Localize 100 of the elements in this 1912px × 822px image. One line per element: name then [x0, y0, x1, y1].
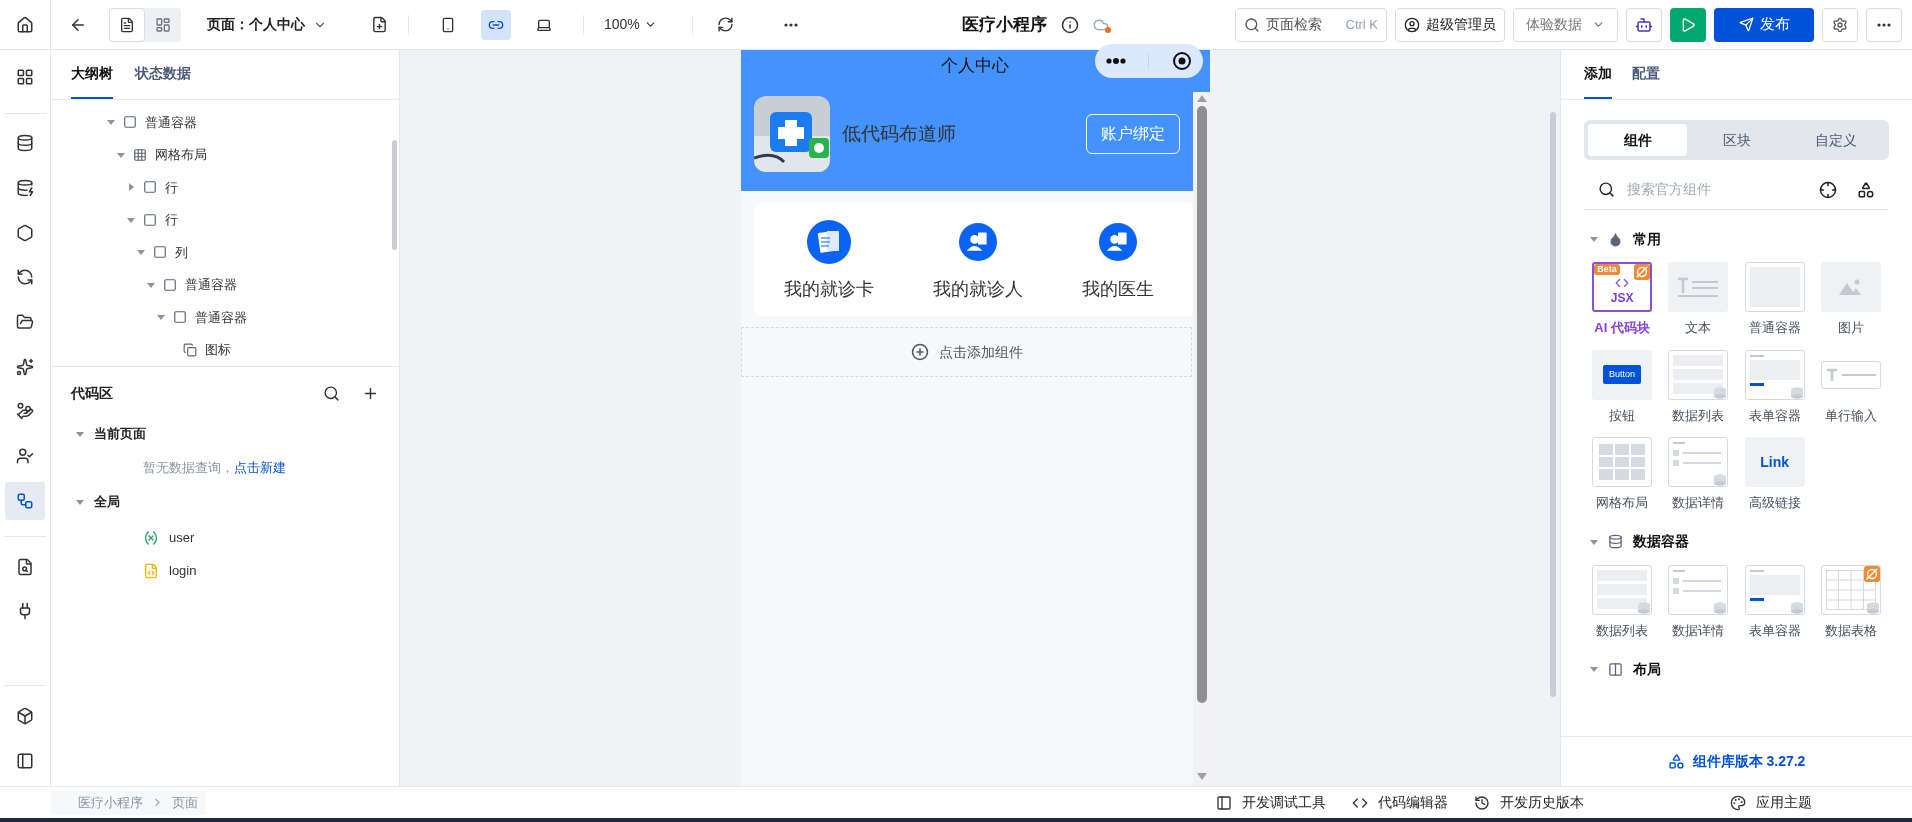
component-label[interactable]: 表单容器: [1748, 620, 1801, 640]
add-icon: [910, 343, 929, 361]
link-icon: [16, 491, 34, 510]
segment-tab[interactable]: 自定义: [1786, 124, 1885, 156]
tree-item[interactable]: 普通容器: [195, 307, 247, 327]
status-tool-button[interactable]: 开发历史版本: [1474, 792, 1584, 813]
caret-icon[interactable]: [147, 280, 155, 289]
detail-tile[interactable]: [1668, 437, 1729, 487]
search-icon[interactable]: [323, 384, 340, 402]
component-label[interactable]: 数据详情: [1672, 493, 1725, 513]
page-search-field[interactable]: 页面检索 Ctrl K: [1235, 7, 1387, 42]
code-item[interactable]: login: [169, 560, 197, 581]
text-icon: [1825, 367, 1838, 382]
shortcut-label[interactable]: 我的就诊人: [933, 276, 1023, 303]
tree-item[interactable]: 普通容器: [185, 275, 237, 295]
component-label[interactable]: 高级链接: [1748, 493, 1801, 513]
component-label[interactable]: AI 代码块: [1594, 318, 1650, 338]
status-tool-button[interactable]: 代码编辑器: [1352, 792, 1448, 813]
container-tile[interactable]: [1744, 262, 1805, 312]
component-label[interactable]: 数据详情: [1672, 620, 1725, 640]
component-search-field[interactable]: 搜索官方组件: [1627, 179, 1807, 200]
shapes-icon[interactable]: [1857, 180, 1875, 199]
component-label[interactable]: 单行输入: [1824, 405, 1877, 425]
scrollbar[interactable]: [392, 140, 397, 250]
shortcut-label[interactable]: 我的医生: [1082, 276, 1155, 303]
link-tile[interactable]: Link: [1744, 437, 1805, 487]
text-tile[interactable]: [1668, 262, 1729, 312]
code-block-tile[interactable]: Beta JSX: [1592, 262, 1653, 312]
section-title: 常用: [1633, 229, 1661, 249]
panel-tab[interactable]: 配置: [1632, 50, 1660, 99]
caret-icon[interactable]: [137, 248, 145, 257]
button-tile[interactable]: Button: [1592, 349, 1653, 400]
caret-icon[interactable]: [76, 430, 84, 438]
grid-tile[interactable]: [1592, 437, 1653, 487]
segment-tab[interactable]: 组件: [1588, 124, 1687, 156]
rail-button[interactable]: [5, 481, 45, 521]
tree-item[interactable]: 网格布局: [155, 145, 207, 165]
status-tool-button[interactable]: 应用主题: [1730, 792, 1812, 813]
crosshair-icon[interactable]: [1819, 180, 1837, 199]
component-label[interactable]: 普通容器: [1748, 318, 1801, 338]
form-tile[interactable]: [1744, 349, 1805, 400]
caret-icon[interactable]: [1590, 235, 1598, 243]
tree-item[interactable]: 普通容器: [145, 112, 197, 132]
panel-tab[interactable]: 状态数据: [135, 50, 191, 99]
page-view-button[interactable]: [109, 7, 145, 42]
tree-item[interactable]: 列: [175, 242, 188, 262]
code-item[interactable]: user: [169, 527, 195, 548]
page-select[interactable]: 页面：个人中心: [207, 14, 327, 35]
caret-icon[interactable]: [1590, 665, 1598, 673]
caret-icon[interactable]: [117, 150, 125, 159]
caret-icon[interactable]: [127, 183, 135, 192]
refresh-icon[interactable]: [717, 16, 734, 33]
settings-button[interactable]: [1822, 7, 1858, 42]
component-label[interactable]: 数据列表: [1672, 405, 1725, 425]
new-page-icon[interactable]: [371, 16, 388, 33]
document-icon: [16, 557, 34, 576]
tree-item[interactable]: 行: [165, 210, 178, 230]
caret-icon[interactable]: [1590, 537, 1598, 546]
tree-item[interactable]: 图标: [205, 340, 231, 360]
form-tile[interactable]: [1744, 564, 1805, 615]
caret-icon[interactable]: [107, 118, 115, 127]
shortcut-label[interactable]: 我的就诊卡: [783, 276, 874, 303]
component-label[interactable]: 数据表格: [1824, 620, 1877, 640]
library-version[interactable]: 组件库版本 3.27.2: [1692, 751, 1806, 772]
create-link[interactable]: 点击新建: [234, 458, 286, 478]
publish-button[interactable]: 发布: [1714, 7, 1814, 42]
tree-item[interactable]: 行: [165, 177, 178, 197]
list-tile[interactable]: [1592, 564, 1653, 615]
list-tile[interactable]: [1668, 349, 1729, 400]
capsule-menu[interactable]: [1095, 44, 1203, 78]
data-select[interactable]: 体验数据: [1513, 7, 1618, 42]
more-icon[interactable]: [784, 22, 798, 27]
scrollbar[interactable]: [1193, 92, 1210, 786]
caret-icon[interactable]: [157, 313, 165, 322]
panel-tab[interactable]: 大纲树: [71, 50, 113, 99]
component-label[interactable]: 数据列表: [1596, 620, 1649, 640]
table-tile[interactable]: [1820, 564, 1881, 615]
zoom-select[interactable]: 100%: [604, 14, 674, 35]
assistant-button[interactable]: [1626, 7, 1662, 42]
miniprogram-view-button[interactable]: [481, 9, 511, 40]
scrollbar[interactable]: [1550, 112, 1556, 697]
image-tile[interactable]: [1820, 262, 1881, 312]
status-tool-button[interactable]: 开发调试工具: [1216, 792, 1326, 813]
component-label[interactable]: 图片: [1837, 318, 1864, 338]
database-icon: [1713, 601, 1728, 614]
add-component-area[interactable]: 点击添加组件: [741, 327, 1192, 377]
caret-icon[interactable]: [127, 215, 135, 224]
grid-icon: [16, 68, 34, 87]
segment-tab[interactable]: 区块: [1687, 124, 1786, 156]
component-label[interactable]: 文本: [1685, 318, 1712, 338]
detail-tile[interactable]: [1668, 564, 1729, 615]
component-label[interactable]: 按钮: [1609, 405, 1636, 425]
run-button[interactable]: [1670, 7, 1706, 42]
component-label[interactable]: 表单容器: [1748, 405, 1801, 425]
info-icon[interactable]: [1061, 15, 1079, 34]
component-label[interactable]: 网格布局: [1596, 493, 1649, 513]
user-button[interactable]: 超级管理员: [1395, 7, 1505, 42]
home-icon[interactable]: [16, 15, 34, 34]
panel-tab[interactable]: 添加: [1584, 50, 1612, 99]
caret-icon[interactable]: [76, 498, 84, 506]
